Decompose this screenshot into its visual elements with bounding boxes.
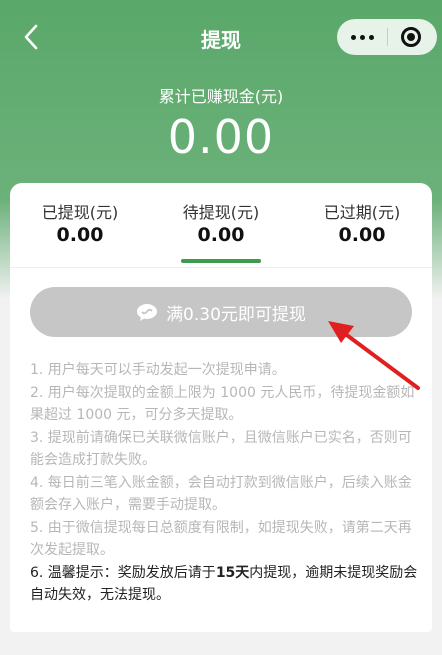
more-dots-icon (350, 34, 356, 40)
withdraw-button[interactable]: 满0.30元即可提现 (30, 287, 412, 337)
tab-value: 0.00 (197, 224, 245, 246)
tab-value: 0.00 (338, 224, 386, 246)
total-earned-value: 0.00 (167, 110, 275, 164)
rule-item: 4. 每日前三笔入账金额，会自动打款到微信账户，后续入账金额会存入账户，需要手动… (30, 474, 412, 514)
navigation-bar: 提现 (0, 0, 442, 76)
warning-prefix: 6. 温馨提示：奖励发放后请于 (30, 564, 216, 581)
more-dots-icon (359, 34, 365, 40)
withdraw-card: 已提现(元) 0.00 待提现(元) 0.00 已过期(元) 0.00 满0.3… (10, 183, 432, 632)
wechat-icon (137, 304, 158, 321)
tab-label: 已过期(元) (323, 203, 401, 222)
tab-value: 0.00 (56, 224, 104, 246)
tab-expired[interactable]: 已过期(元) 0.00 (292, 183, 432, 267)
withdraw-button-label: 满0.30元即可提现 (166, 304, 306, 325)
rule-item: 5. 由于微信提现每日总额度有限制，如提现失败，请第二天再次发起提取。 (30, 519, 412, 559)
tab-pending[interactable]: 待提现(元) 0.00 (151, 183, 291, 267)
miniprogram-capsule (337, 19, 437, 55)
more-dots-icon (368, 34, 374, 40)
active-tab-indicator (181, 259, 261, 263)
warning-tip: 6. 温馨提示：奖励发放后请于15天内提现，逾期未提现奖励会自动失效，无法提现。 (30, 562, 420, 607)
rule-item: 2. 用户每次提取的金额上限为 1000 元人民币，待提现金额如果超过 1000… (30, 384, 415, 424)
rule-item: 3. 提现前请确保已关联微信账户，且微信账户已实名，否则可能会造成打款失败。 (30, 429, 412, 469)
tab-label: 待提现(元) (182, 203, 260, 222)
tab-withdrawn[interactable]: 已提现(元) 0.00 (10, 183, 150, 267)
balance-tabs: 已提现(元) 0.00 待提现(元) 0.00 已过期(元) 0.00 (10, 183, 432, 268)
tab-label: 已提现(元) (41, 203, 119, 222)
rule-item: 1. 用户每天可以手动发起一次提现申请。 (30, 362, 286, 378)
total-earned-label: 累计已赚现金(元) (158, 87, 284, 106)
target-circle-icon (401, 27, 421, 47)
more-button[interactable] (337, 19, 387, 55)
close-miniprogram-button[interactable] (387, 19, 437, 55)
withdraw-rules: 1. 用户每天可以手动发起一次提现申请。 2. 用户每次提取的金额上限为 100… (30, 359, 420, 607)
warning-highlight: 15天 (215, 564, 250, 581)
